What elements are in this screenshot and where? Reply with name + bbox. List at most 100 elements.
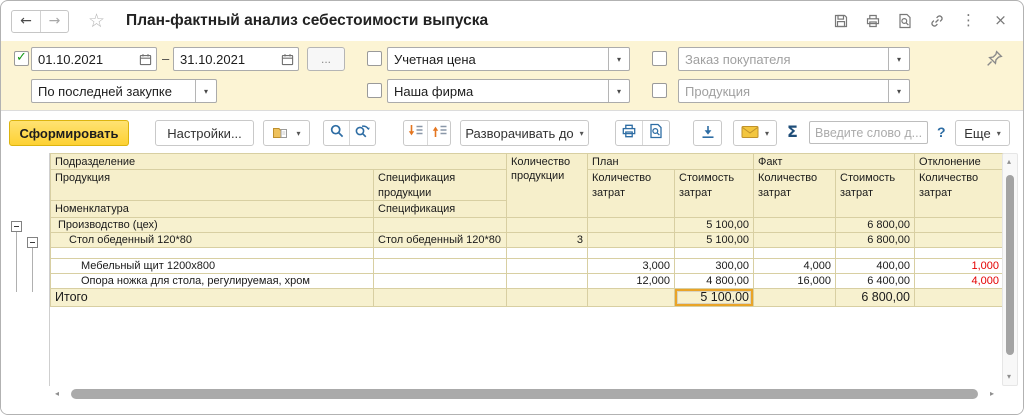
customer-order-combo[interactable]: Заказ покупателя ▾ [678, 47, 910, 71]
cell-qty[interactable] [506, 216, 589, 233]
cell-qty[interactable] [506, 257, 589, 274]
cell-spec[interactable] [372, 246, 508, 259]
col-plan-cost[interactable]: Стоимость затрат [674, 169, 755, 218]
cell-spec[interactable]: Стол обеденный 120*80 [372, 231, 508, 248]
cell-plan-cost[interactable] [674, 246, 755, 259]
chevron-down-icon[interactable]: ▾ [608, 48, 629, 70]
print-preview-icon[interactable] [896, 12, 913, 29]
cell-qty[interactable] [506, 272, 589, 289]
col-fact-qty[interactable]: Количество затрат [753, 169, 837, 218]
cell-qty[interactable]: 3 [506, 231, 589, 248]
price-type-checkbox[interactable] [367, 51, 382, 66]
cell-fact-cost[interactable] [835, 246, 916, 259]
chevron-down-icon[interactable]: ▾ [608, 80, 629, 102]
cell-dev-qty[interactable] [914, 246, 1005, 259]
col-production-spec[interactable]: Спецификация продукции [372, 169, 508, 202]
cell-name[interactable]: Производство (цех) [50, 216, 374, 233]
report-variants-button[interactable]: ▾ [263, 120, 310, 146]
col-fact-cost[interactable]: Стоимость затрат [835, 169, 916, 218]
col-dev-qty[interactable]: Количество затрат [914, 169, 1005, 218]
vertical-scrollbar[interactable]: ▴ ▾ [1002, 153, 1018, 386]
col-department[interactable]: Подразделение [49, 152, 508, 171]
period-from-field[interactable]: 01.10.2021 [31, 47, 157, 71]
cell-plan-qty[interactable] [587, 246, 676, 259]
calendar-icon[interactable] [134, 53, 156, 66]
production-combo[interactable]: Продукция ▾ [678, 79, 910, 103]
chevron-down-icon[interactable]: ▾ [888, 80, 909, 102]
print-icon[interactable] [864, 12, 881, 29]
cell-plan-cost[interactable]: 4 800,00 [674, 272, 755, 289]
scroll-down-icon[interactable]: ▾ [1007, 373, 1011, 381]
cell-plan-cost[interactable]: 5 100,00 [674, 231, 755, 248]
total-fact-cost[interactable]: 6 800,00 [835, 287, 916, 307]
col-production[interactable]: Продукция [50, 169, 374, 202]
search-next-button[interactable] [349, 121, 375, 145]
vertical-scrollbar-thumb[interactable] [1006, 175, 1014, 355]
export-button[interactable] [693, 120, 722, 146]
search-button[interactable] [324, 121, 349, 145]
link-icon[interactable] [928, 12, 945, 29]
price-basis-combo[interactable]: По последней закупке ▾ [31, 79, 217, 103]
scroll-up-icon[interactable]: ▴ [1007, 158, 1011, 166]
preview-report-button[interactable] [642, 121, 669, 145]
cell-fact-cost[interactable]: 6 400,00 [835, 272, 916, 289]
cell-plan-qty[interactable] [587, 231, 676, 248]
chevron-down-icon[interactable]: ▾ [888, 48, 909, 70]
cell-dev-qty[interactable]: 1,000 [914, 257, 1005, 274]
production-checkbox[interactable] [652, 83, 667, 98]
cell-plan-qty[interactable] [587, 287, 676, 307]
chevron-down-icon[interactable]: ▾ [195, 80, 216, 102]
period-more-button[interactable]: ... [307, 47, 345, 71]
generate-button[interactable]: Сформировать [9, 120, 129, 146]
cell-qty[interactable] [506, 287, 589, 307]
total-label[interactable]: Итого [50, 287, 374, 307]
cell-spec[interactable] [372, 216, 508, 233]
cell-fact-cost[interactable]: 400,00 [835, 257, 916, 274]
total-plan-cost-selected-cell[interactable]: 5 100,00 [674, 287, 755, 307]
period-checkbox[interactable]: ✓ [14, 51, 29, 66]
search-input[interactable] [809, 121, 928, 144]
firm-combo[interactable]: Наша фирма ▾ [387, 79, 630, 103]
cell-fact-qty[interactable]: 16,000 [753, 272, 837, 289]
cell-dev-qty[interactable] [914, 287, 1005, 307]
customer-order-checkbox[interactable] [652, 51, 667, 66]
save-icon[interactable] [832, 12, 849, 29]
col-plan-qty[interactable]: Количество затрат [587, 169, 676, 218]
more-vertical-icon[interactable]: ⋮ [960, 12, 977, 29]
firm-checkbox[interactable] [367, 83, 382, 98]
price-type-combo[interactable]: Учетная цена ▾ [387, 47, 630, 71]
favorite-star-icon[interactable]: ☆ [88, 11, 105, 31]
expand-groups-button[interactable] [427, 121, 450, 145]
cell-fact-cost[interactable]: 6 800,00 [835, 216, 916, 233]
cell-dev-qty[interactable]: 4,000 [914, 272, 1005, 289]
cell-fact-qty[interactable] [753, 231, 837, 248]
sigma-icon[interactable]: Σ [787, 124, 798, 140]
cell-qty[interactable] [506, 246, 589, 259]
cell-spec[interactable] [372, 287, 508, 307]
cell-spec[interactable] [372, 257, 508, 274]
cell-spec[interactable] [372, 272, 508, 289]
cell-fact-qty[interactable] [753, 216, 837, 233]
period-to-field[interactable]: 31.10.2021 [173, 47, 299, 71]
col-fact[interactable]: Факт [753, 152, 916, 171]
back-button[interactable]: ← [12, 11, 40, 32]
forward-button[interactable]: → [40, 10, 68, 32]
tree-collapse-icon[interactable] [11, 221, 22, 232]
expand-to-button[interactable]: Разворачивать до ▾ [460, 120, 589, 146]
cell-plan-qty[interactable]: 12,000 [587, 272, 676, 289]
more-button[interactable]: Еще ▾ [955, 120, 1010, 146]
col-plan[interactable]: План [587, 152, 755, 171]
cell-dev-qty[interactable] [914, 231, 1005, 248]
scroll-left-icon[interactable]: ◂ [55, 390, 59, 398]
cell-plan-cost[interactable]: 5 100,00 [674, 216, 755, 233]
col-nomenclature-spec[interactable]: Спецификация [372, 200, 508, 218]
cell-plan-qty[interactable]: 3,000 [587, 257, 676, 274]
cell-name[interactable]: Мебельный щит 1200х800 [50, 257, 374, 274]
col-qty-production[interactable]: Количество продукции [506, 153, 589, 218]
horizontal-scrollbar[interactable]: ◂ ▸ [51, 387, 998, 401]
cell-name[interactable]: Опора ножка для стола, регулируемая, хро… [50, 272, 374, 289]
email-button[interactable]: ▾ [733, 120, 777, 146]
cell-fact-qty[interactable] [753, 287, 837, 307]
cell-name[interactable] [50, 246, 374, 259]
tree-collapse-icon[interactable] [27, 237, 38, 248]
